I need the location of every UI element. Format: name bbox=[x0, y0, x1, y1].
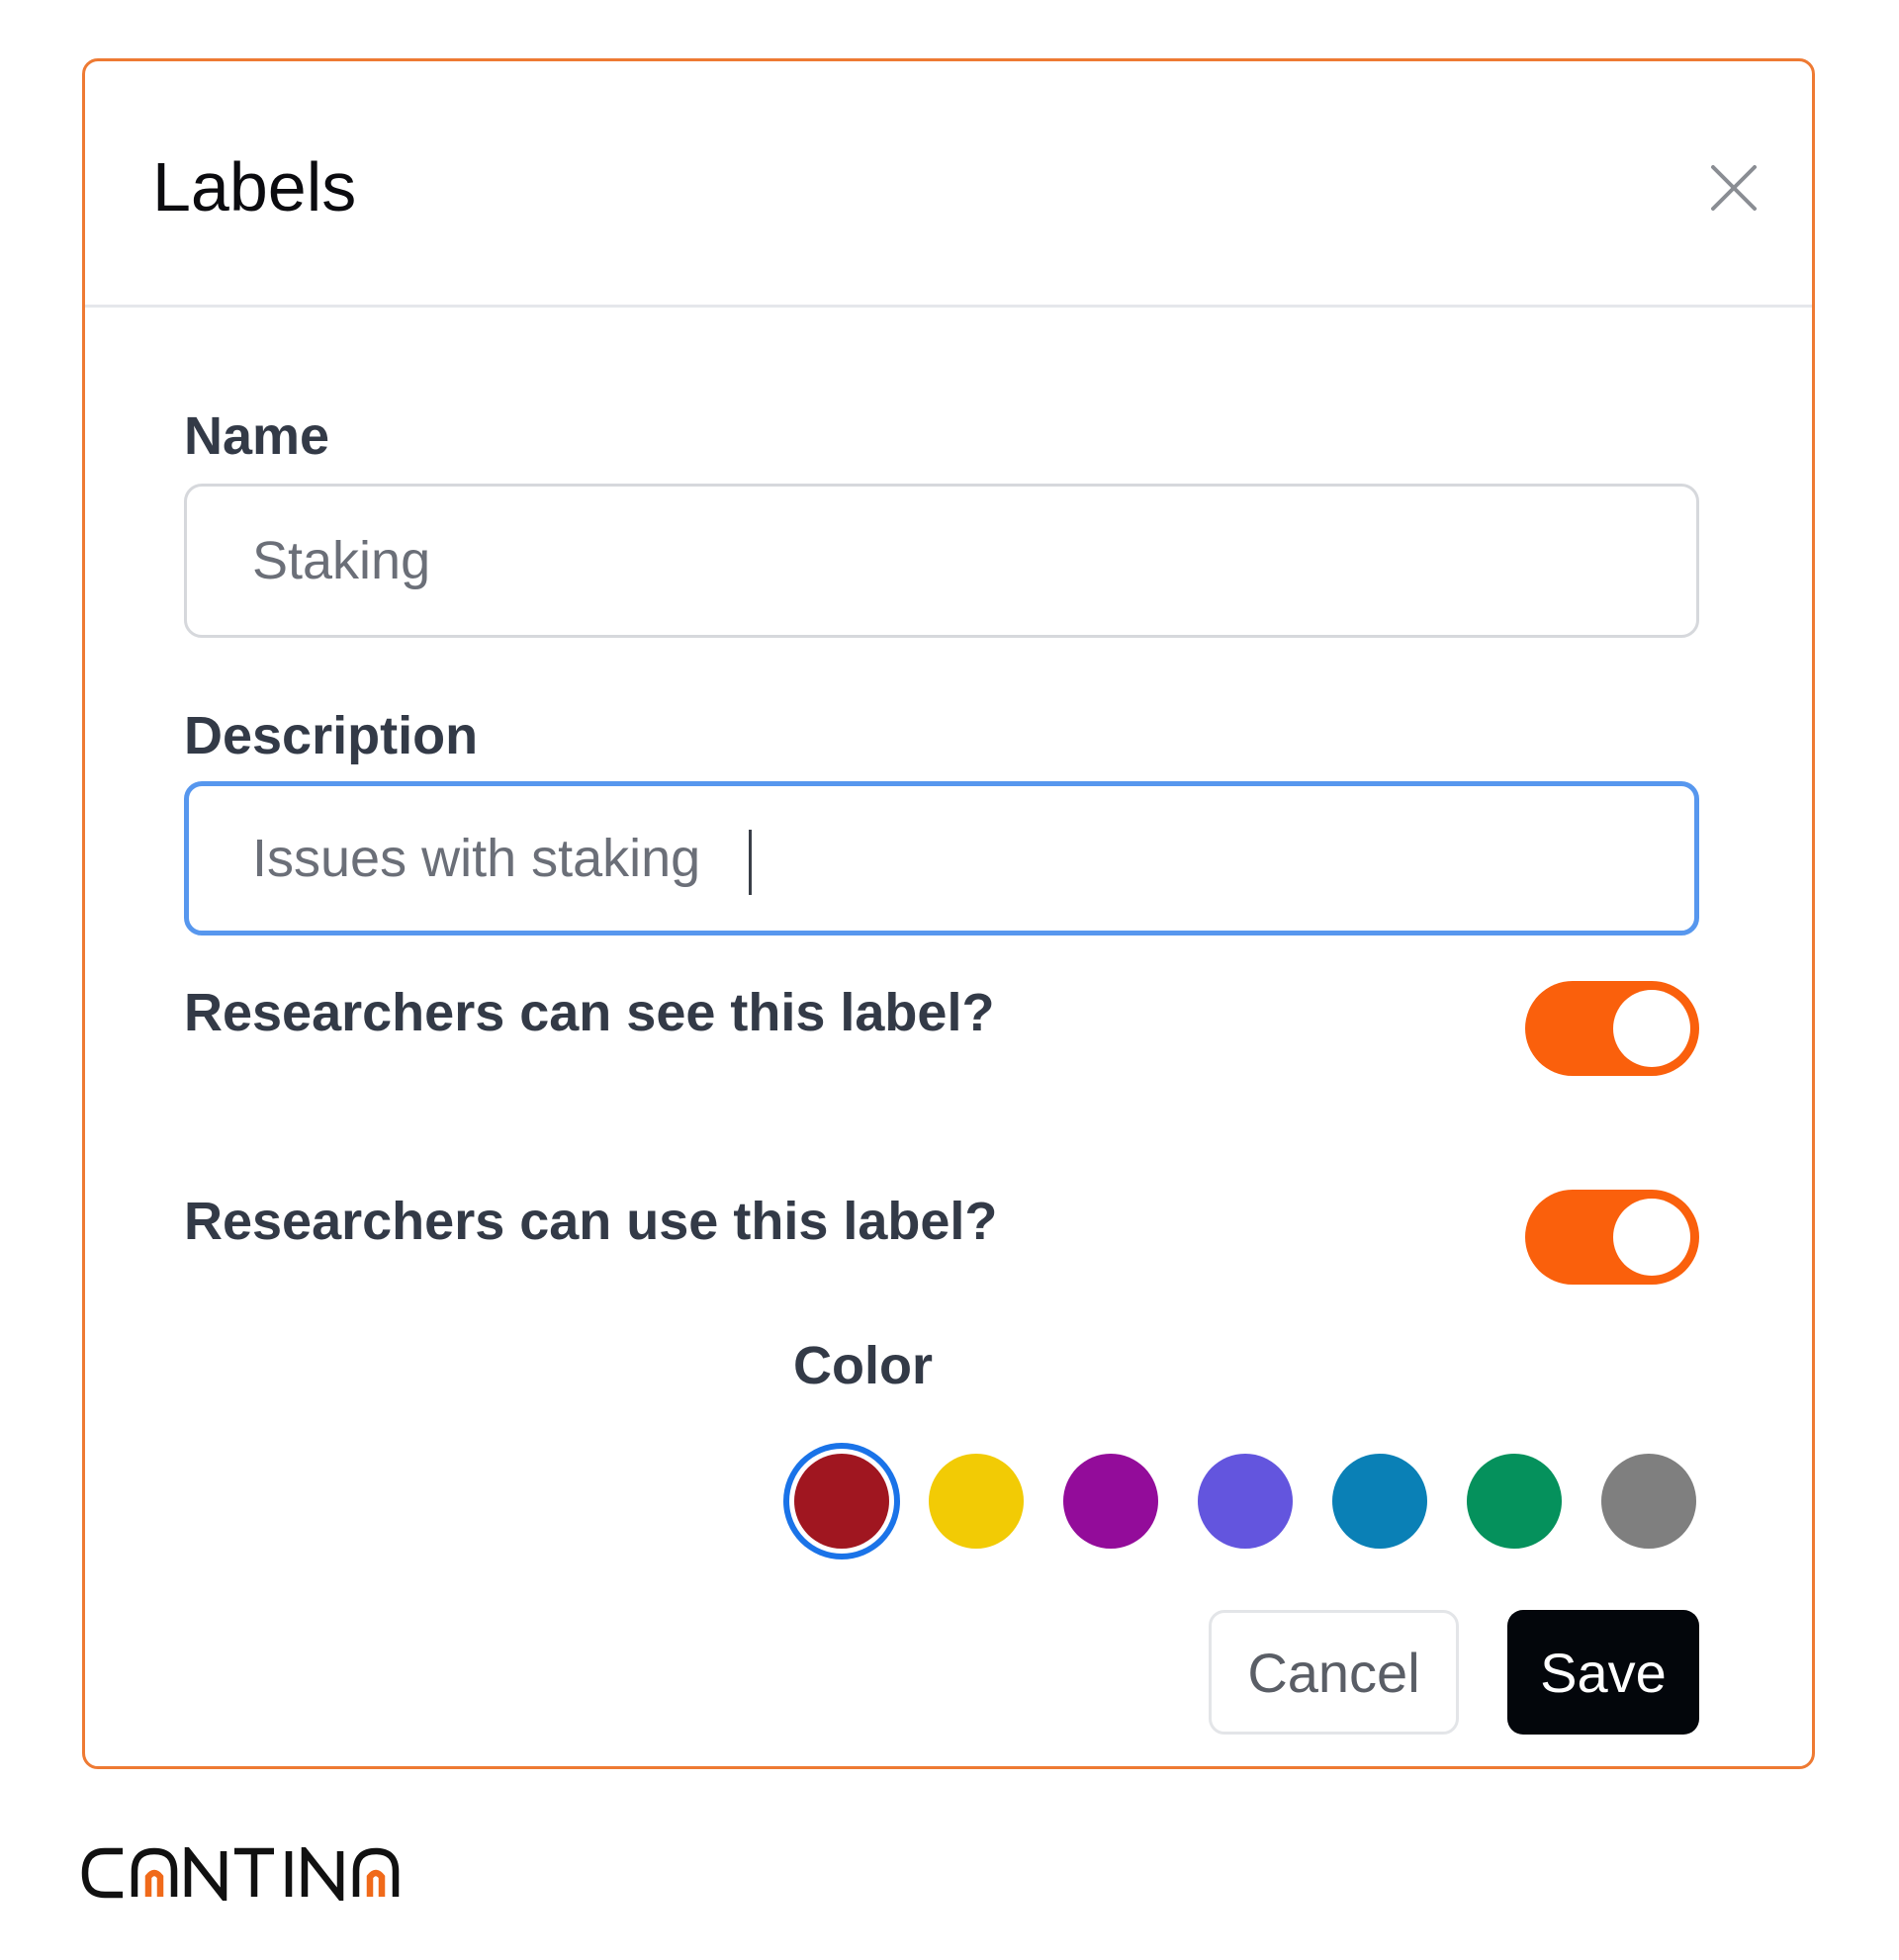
toggle-knob bbox=[1613, 1199, 1690, 1276]
color-swatch-indigo[interactable] bbox=[1198, 1454, 1293, 1549]
text-caret bbox=[749, 830, 752, 895]
cantina-logo bbox=[81, 1841, 407, 1907]
cantina-wordmark bbox=[81, 1841, 400, 1907]
color-swatch-purple[interactable] bbox=[1063, 1454, 1158, 1549]
description-field-label: Description bbox=[184, 706, 479, 765]
description-input[interactable] bbox=[184, 781, 1699, 935]
dialog-title: Labels bbox=[152, 148, 357, 225]
dialog-header: Labels bbox=[85, 61, 1812, 308]
logo-accent bbox=[144, 1869, 386, 1897]
color-swatch-blue[interactable] bbox=[1332, 1454, 1427, 1549]
color-swatch-gray[interactable] bbox=[1601, 1454, 1696, 1549]
cancel-button[interactable]: Cancel bbox=[1209, 1610, 1459, 1735]
name-field-label: Name bbox=[184, 406, 330, 466]
color-swatch-red[interactable] bbox=[794, 1454, 889, 1549]
usage-toggle[interactable] bbox=[1525, 1190, 1699, 1285]
save-button[interactable]: Save bbox=[1507, 1610, 1699, 1735]
close-button[interactable] bbox=[1687, 141, 1778, 232]
close-icon bbox=[1711, 165, 1757, 211]
name-input[interactable] bbox=[184, 484, 1699, 638]
labels-dialog: Labels Name Description Researchers can … bbox=[82, 58, 1815, 1769]
visibility-toggle-label: Researchers can see this label? bbox=[184, 983, 995, 1042]
toggle-knob bbox=[1613, 990, 1690, 1067]
visibility-toggle[interactable] bbox=[1525, 981, 1699, 1076]
color-swatch-green[interactable] bbox=[1467, 1454, 1562, 1549]
color-swatch-yellow[interactable] bbox=[929, 1454, 1024, 1549]
color-picker-label: Color bbox=[793, 1336, 933, 1395]
usage-toggle-label: Researchers can use this label? bbox=[184, 1192, 998, 1251]
